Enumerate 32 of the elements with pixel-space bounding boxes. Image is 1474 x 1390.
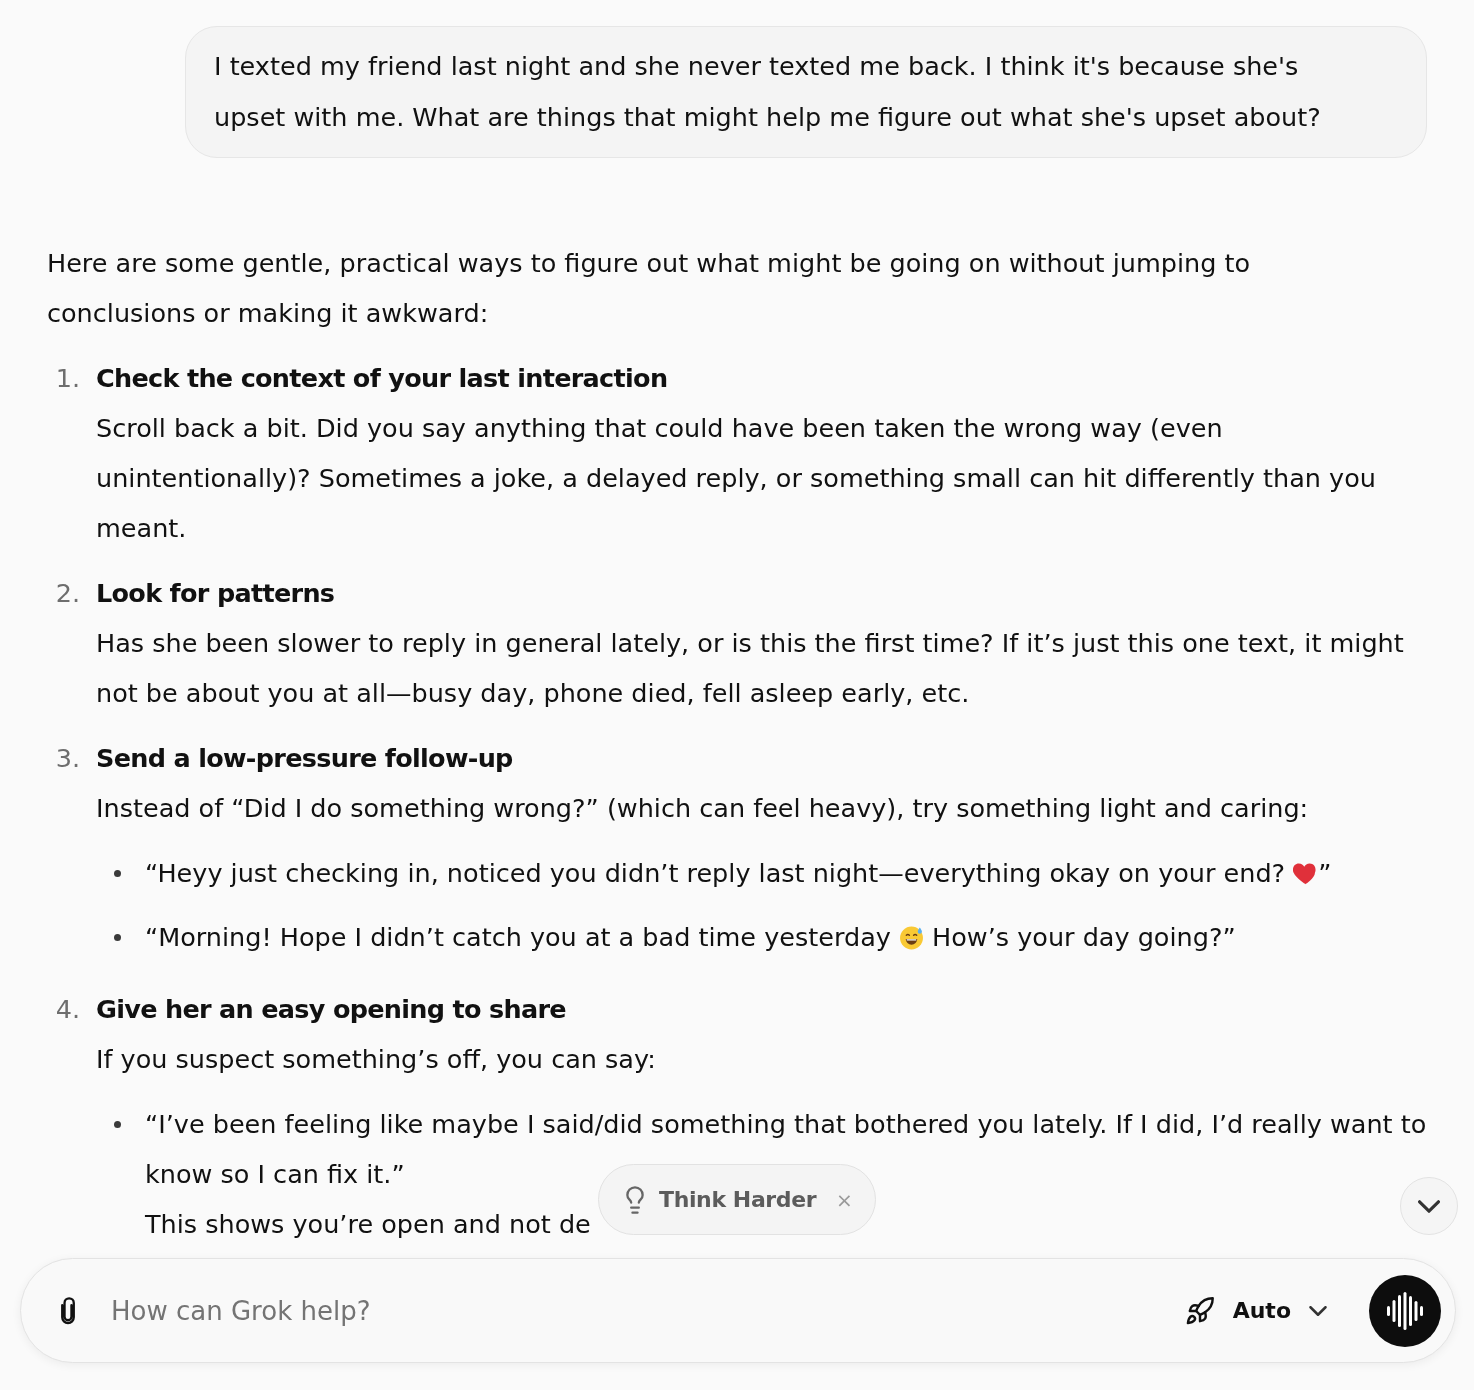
bullet-dot-icon [114,933,121,941]
list-number: 3. [55,742,81,775]
step-text: Instead of “Did I do something wrong?” (which can feel heavy), try something light and caring: [96,792,1310,825]
lightbulb-icon [625,1185,646,1214]
think-harder-chip[interactable]: Think Harder × [598,1164,876,1235]
step-title: Give her an easy opening to share [96,993,567,1026]
response-text: Here are some gentle, practical ways to figure out what might be going on without jumping to conclusions or making it awkward: [47,247,1252,330]
step-title: Look for patterns [96,577,336,610]
step-text: Scroll back a bit. Did you say anything that could have been taken the wrong way (even unintentionally)? Sometimes a joke, a delayed reply, or something small can hit differently than you meant. [96,412,1377,545]
message-input[interactable]: How can Grok help? [111,1290,1182,1331]
composer-bar[interactable]: How can Grok help? Auto [20,1258,1456,1363]
step-text: If you suspect something’s off, you can say: [96,1043,657,1076]
bullet-text: “Morning! Hope I didn’t catch you at a bad time yesterday How’s your day going?” [145,921,1237,954]
step-title: Send a low-pressure follow-up [96,742,514,775]
paperclip-icon [59,1295,77,1326]
list-number: 4. [55,993,81,1026]
chevron-down-icon [1309,1305,1327,1316]
user-message-text: I texted my friend last night and she never texted me back. I think it's because she's upset with me. What are things that might help me figure out what she's upset about? [214,50,1322,134]
chevron-down-icon [1418,1199,1440,1213]
step-title: Check the context of your last interaction [96,362,669,395]
attach-button[interactable] [59,1295,77,1326]
bullet-text: “Heyy just checking in, noticed you didn’t reply last night—everything okay on your end? ” [145,857,1333,890]
waveform-icon [1386,1291,1424,1330]
bullet-dot-icon [114,869,121,877]
list-number: 1. [55,362,81,395]
rocket-icon [1185,1296,1214,1325]
bullet-dot-icon [114,1120,121,1128]
step-text: Has she been slower to reply in general lately, or is this the first time? If it’s just this one text, it might not be about you at all—busy day, phone died, fell asleep early, etc. [96,627,1405,710]
mode-selector[interactable]: Auto [1181,1290,1331,1331]
bullet-note-text: This shows you’re open and not de [145,1208,591,1241]
list-number: 2. [55,577,81,610]
sweat-smile-icon [898,925,924,950]
